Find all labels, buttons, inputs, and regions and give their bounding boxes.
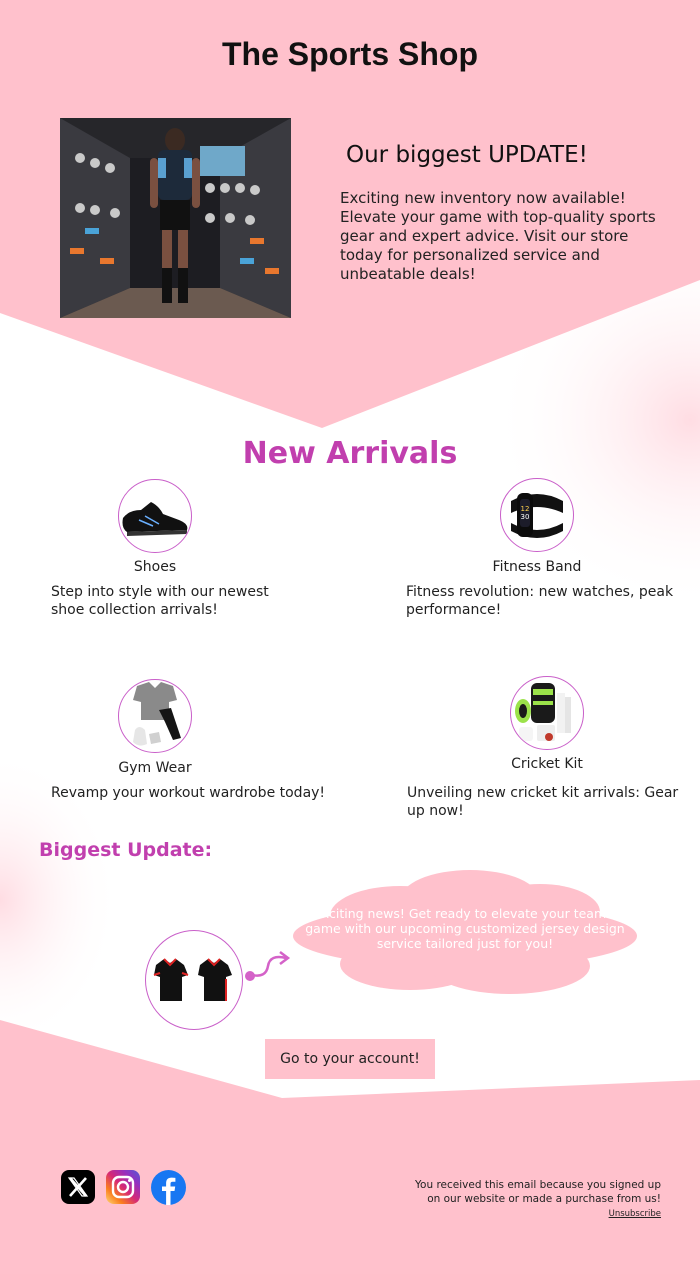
go-to-account-button[interactable]: Go to your account! bbox=[265, 1039, 435, 1079]
arrow-icon bbox=[245, 951, 291, 981]
unsubscribe-link[interactable]: Unsubscribe bbox=[560, 1209, 661, 1219]
hero-description: Exciting new inventory now available! El… bbox=[340, 189, 656, 283]
product-desc-gym-wear: Revamp your workout wardrobe today! bbox=[51, 785, 326, 801]
biggest-update-message: Exciting news! Get ready to elevate your… bbox=[305, 906, 625, 951]
footer-notice: You received this email because you sign… bbox=[415, 1179, 661, 1205]
sports-store-photo-icon bbox=[60, 118, 291, 318]
page-title: The Sports Shop bbox=[222, 36, 478, 72]
product-name-gym-wear: Gym Wear bbox=[118, 760, 192, 776]
cricket-kit-icon bbox=[510, 676, 584, 750]
instagram-icon[interactable] bbox=[106, 1170, 140, 1204]
product-desc-fitness-band: Fitness revolution: new watches, peak pe… bbox=[406, 584, 674, 618]
product-name-cricket-kit: Cricket Kit bbox=[511, 756, 583, 772]
svg-text:30: 30 bbox=[521, 513, 530, 521]
product-name-shoes: Shoes bbox=[133, 559, 177, 575]
x-icon[interactable] bbox=[61, 1170, 95, 1204]
gym-wear-icon bbox=[118, 679, 192, 753]
hero-heading: Our biggest UPDATE! bbox=[346, 142, 588, 168]
shoes-icon bbox=[118, 479, 192, 553]
svg-text:12: 12 bbox=[521, 505, 530, 513]
product-desc-shoes: Step into style with our newest shoe col… bbox=[51, 584, 269, 618]
product-desc-cricket-kit: Unveiling new cricket kit arrivals: Gear… bbox=[407, 785, 679, 819]
fitness-band-icon: 12 30 bbox=[500, 478, 574, 552]
facebook-icon[interactable] bbox=[151, 1170, 186, 1205]
product-name-fitness-band: Fitness Band bbox=[492, 559, 582, 575]
jersey-icon bbox=[145, 930, 243, 1030]
biggest-update-title: Biggest Update: bbox=[39, 839, 213, 861]
new-arrivals-title: New Arrivals bbox=[242, 436, 458, 471]
